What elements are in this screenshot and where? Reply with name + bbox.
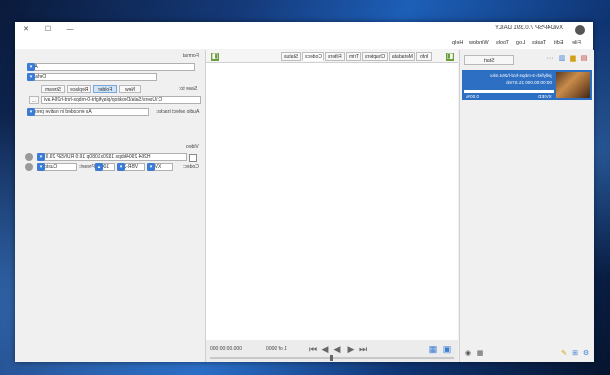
codec-label: Codec: — [183, 164, 199, 170]
video-reset-icon[interactable] — [25, 153, 33, 161]
queue-item-filename: jellyfish-3-mbps-hrd-h264.mkv — [490, 73, 552, 78]
audio-dropdown-icon[interactable]: ▾ — [27, 108, 35, 116]
profile-select[interactable]: Default — [27, 73, 157, 81]
view-icon[interactable]: ◉ — [464, 350, 472, 358]
audio-select[interactable]: As encoded in native preset — [27, 108, 149, 116]
open-file-icon[interactable]: ▤ — [580, 55, 588, 63]
tab-info[interactable]: Info — [416, 52, 432, 61]
open-folder-icon[interactable]: ▆ — [569, 55, 577, 63]
tab-trim[interactable]: Trim — [346, 52, 361, 61]
saveto-new-button[interactable]: New — [119, 85, 141, 93]
audio-label: Audio select tracks: — [155, 109, 199, 115]
close-button[interactable]: ✕ — [19, 24, 33, 36]
preview-panel: ◧ Info Metadata Chapters Trim Filters Co… — [206, 50, 458, 362]
video-preview-area — [206, 62, 458, 341]
codec-dropdown-icon[interactable]: ▾ — [147, 163, 155, 171]
menu-tasks[interactable]: Tasks — [532, 40, 546, 46]
tab-status[interactable]: Status — [281, 52, 301, 61]
video-profile-dropdown-icon[interactable]: ▾ — [37, 153, 45, 161]
transport-bar: 000:00:00.000 1 of 9000 ⏮ ◀ ◀ ▶ ⏭ ▦ ▣ — [206, 340, 458, 362]
network-icon[interactable]: ⊞ — [571, 350, 579, 358]
menu-log[interactable]: Log — [516, 40, 525, 46]
menu-tools[interactable]: Tools — [496, 40, 509, 46]
queue-item-thumbnail — [556, 72, 590, 98]
play-icon[interactable]: ◀ — [332, 344, 342, 354]
app-logo-icon — [575, 25, 585, 35]
queue-item-status: 0.00% — [466, 94, 480, 99]
format-header: Format — [183, 53, 199, 59]
menu-window[interactable]: Window — [469, 40, 489, 46]
title-bar: ✕ ☐ — XviD4PSP 7.0.391 DAILY — [15, 22, 593, 38]
output-path-field[interactable]: C:\Users\Sala\Desktop\playfight-0-mbps-h… — [41, 96, 201, 104]
more-icon[interactable]: ··· — [546, 55, 554, 63]
saveto-stream-button[interactable]: Stream — [41, 85, 65, 93]
skip-forward-icon[interactable]: ⏮ — [308, 344, 318, 354]
settings-icon[interactable]: ⚙ — [582, 350, 590, 358]
maximize-button[interactable]: ☐ — [41, 24, 55, 36]
profile-dropdown-icon[interactable]: ▾ — [27, 73, 35, 81]
video-profile-select[interactable]: H264 2904kbps 1920x1080p 16:9 RUNSP 29.9… — [37, 153, 187, 161]
queue-item-progress — [464, 90, 554, 93]
tab-codecs[interactable]: Codecs — [302, 52, 324, 61]
tab-metadata[interactable]: Metadata — [389, 52, 415, 61]
time-display: 000:00:00.000 — [210, 346, 242, 352]
bitrate-stepper-icon[interactable]: ▴ — [95, 163, 103, 171]
video-header: Video — [186, 144, 199, 150]
format-select[interactable]: AVI — [27, 63, 195, 71]
app-window: ✕ ☐ — XviD4PSP 7.0.391 DAILY File Edit T… — [15, 22, 594, 362]
fullscreen-icon[interactable]: ▦ — [428, 344, 438, 354]
frame-display: 1 of 9000 — [266, 346, 287, 352]
start-button[interactable]: Start — [464, 55, 514, 65]
queue-panel: ▤ ▆ ▥ ··· Start jellyfish-3-mbps-hrd-h26… — [459, 50, 594, 362]
menu-edit[interactable]: Edit — [554, 40, 563, 46]
menu-file[interactable]: File — [572, 40, 581, 46]
saveto-folder-button[interactable]: Folder — [93, 85, 117, 93]
seek-knob[interactable] — [330, 355, 333, 361]
preset-dropdown-icon[interactable]: ▾ — [37, 163, 45, 171]
tab-chapters[interactable]: Chapters — [362, 52, 388, 61]
format-dropdown-icon[interactable]: ▾ — [27, 63, 35, 71]
menu-help[interactable]: Help — [452, 40, 463, 46]
preset-reset-icon[interactable] — [25, 163, 33, 171]
saveto-label: Save to: — [178, 86, 197, 92]
skip-back-icon[interactable]: ⏭ — [358, 344, 368, 354]
settings-panel: Format AVI ▾ Default ▾ Save to: New Fold… — [15, 50, 206, 362]
video-checkbox[interactable] — [189, 154, 197, 162]
queue-item[interactable]: jellyfish-3-mbps-hrd-h264.mkv 00:00:00.0… — [462, 70, 592, 100]
frame-forward-icon[interactable]: ◀ — [320, 344, 330, 354]
saveto-replace-button[interactable]: Replace — [67, 85, 91, 93]
minimize-button[interactable]: — — [63, 24, 77, 36]
window-title: XviD4PSP 7.0.391 DAILY — [494, 25, 563, 31]
grid-icon[interactable]: ▦ — [476, 350, 484, 358]
tab-filters[interactable]: Filters — [325, 52, 345, 61]
frame-back-icon[interactable]: ▶ — [346, 344, 356, 354]
browse-button[interactable]: ... — [29, 96, 39, 104]
queue-item-duration: 00:00:00.000 21.57mb — [506, 80, 552, 85]
menu-bar: File Edit Tasks Log Tools Window Help — [15, 38, 593, 49]
preview-left-icon[interactable]: ◧ — [211, 53, 219, 61]
preview-tabs: ◧ Info Metadata Chapters Trim Filters Co… — [206, 50, 458, 62]
vbr-dropdown-icon[interactable]: ▾ — [117, 163, 125, 171]
preset-label: Preset: — [79, 164, 95, 170]
edit-icon[interactable]: ✎ — [560, 350, 568, 358]
preview-right-icon[interactable]: ◨ — [446, 53, 454, 61]
snapshot-icon[interactable]: ▣ — [442, 344, 452, 354]
queue-item-codec: XVIED — [538, 94, 552, 99]
save-icon[interactable]: ▥ — [558, 55, 566, 63]
